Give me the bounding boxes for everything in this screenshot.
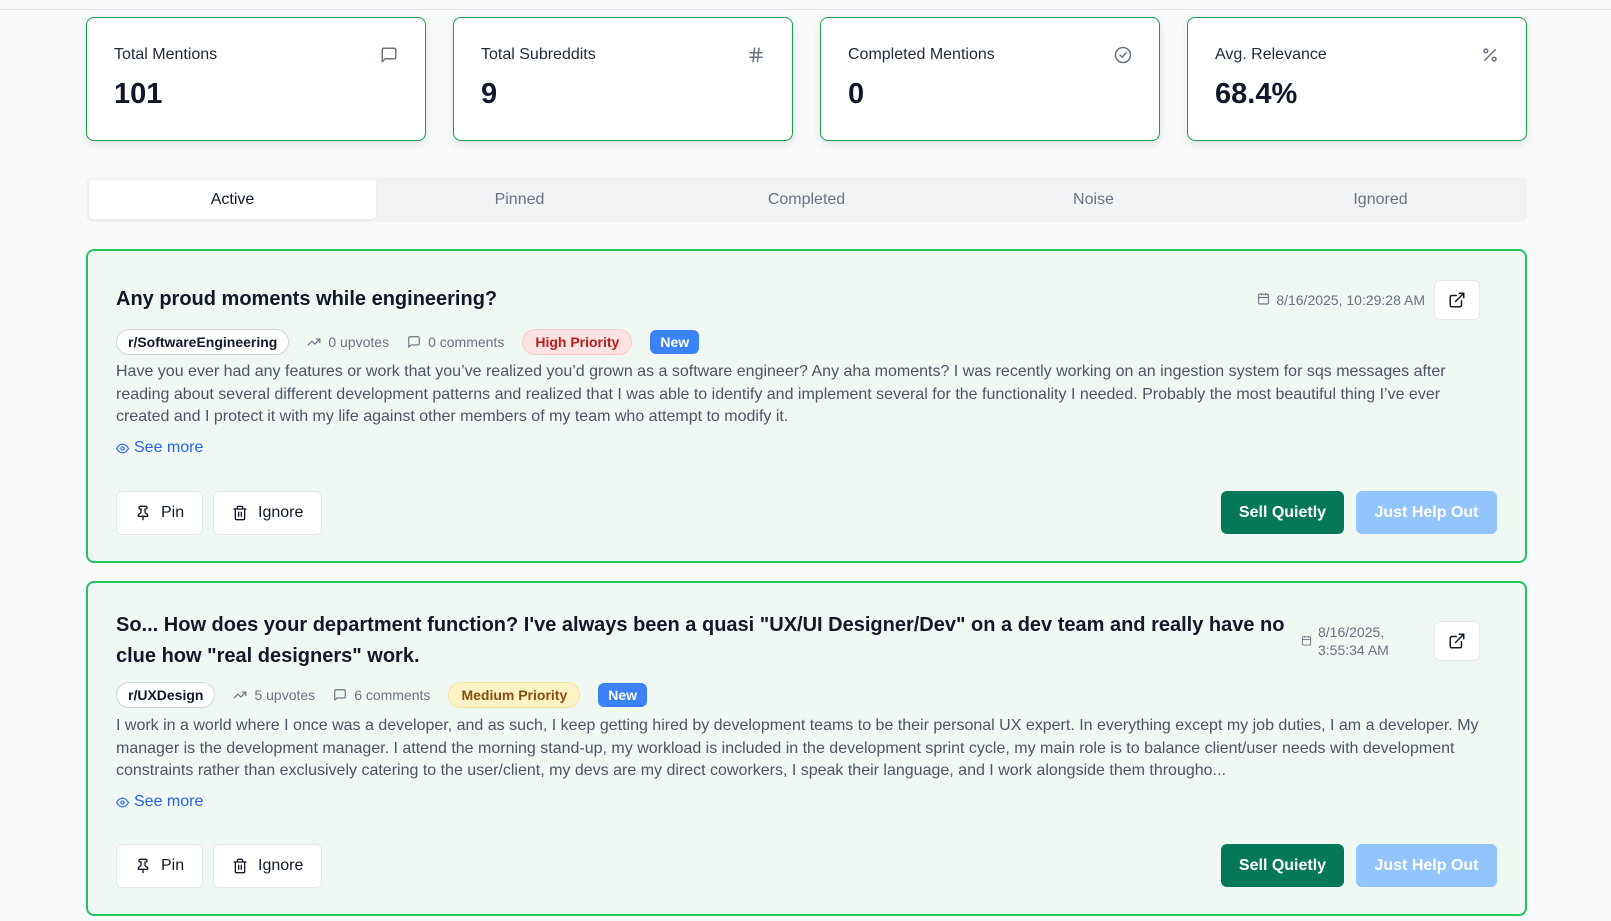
tab-noise[interactable]: Noise bbox=[950, 180, 1237, 219]
stats-row: Total Mentions 101 Total Subreddits 9 Co… bbox=[86, 17, 1527, 141]
pin-icon bbox=[135, 858, 151, 874]
stat-value: 68.4% bbox=[1215, 78, 1298, 110]
upvotes: 5 upvotes bbox=[233, 687, 315, 703]
stat-label: Total Subreddits bbox=[481, 46, 596, 63]
tab-pinned[interactable]: Pinned bbox=[376, 180, 663, 219]
comments: 0 comments bbox=[407, 334, 504, 350]
tab-active[interactable]: Active bbox=[89, 180, 376, 219]
ignore-label: Ignore bbox=[258, 857, 304, 874]
trending-up-icon bbox=[307, 335, 321, 349]
post-date-text: 8/16/2025, 10:29:28 AM bbox=[1276, 292, 1425, 308]
tab-completed[interactable]: Completed bbox=[663, 180, 950, 219]
stat-label: Avg. Relevance bbox=[1215, 46, 1327, 63]
mention-card: Any proud moments while engineering? 8/1… bbox=[86, 249, 1527, 563]
sell-quietly-button[interactable]: Sell Quietly bbox=[1221, 844, 1344, 887]
post-date: 8/16/2025, 3:55:34 AM bbox=[1301, 623, 1389, 659]
post-body: I work in a world where I once was a dev… bbox=[116, 717, 1479, 779]
stat-card-total-subreddits: Total Subreddits 9 bbox=[453, 17, 793, 141]
comment-icon bbox=[333, 688, 347, 702]
ignore-button[interactable]: Ignore bbox=[213, 844, 323, 888]
see-more-text: See more bbox=[134, 793, 204, 810]
post-date: 8/16/2025, 10:29:28 AM bbox=[1257, 291, 1425, 309]
pin-label: Pin bbox=[161, 857, 185, 874]
just-help-out-button[interactable]: Just Help Out bbox=[1356, 844, 1497, 887]
hash-icon bbox=[747, 46, 765, 64]
upvotes: 0 upvotes bbox=[307, 334, 389, 350]
ignore-button[interactable]: Ignore bbox=[213, 491, 323, 535]
upvotes-text: 5 upvotes bbox=[254, 687, 316, 703]
subreddit-pill[interactable]: r/UXDesign bbox=[116, 682, 216, 708]
calendar-icon bbox=[1301, 635, 1312, 646]
open-external-button[interactable] bbox=[1434, 621, 1480, 661]
stat-card-total-mentions: Total Mentions 101 bbox=[86, 17, 426, 141]
stat-value: 0 bbox=[848, 78, 865, 110]
comments: 6 comments bbox=[333, 687, 430, 703]
pin-icon bbox=[135, 505, 151, 521]
upvotes-text: 0 upvotes bbox=[328, 334, 390, 350]
post-date-line2: 3:55:34 AM bbox=[1318, 642, 1389, 658]
eye-icon bbox=[116, 796, 129, 809]
subreddit-pill[interactable]: r/SoftwareEngineering bbox=[116, 329, 290, 355]
post-meta: r/SoftwareEngineering 0 upvotes 0 commen… bbox=[116, 329, 700, 355]
pin-button[interactable]: Pin bbox=[116, 844, 204, 888]
stat-card-completed-mentions: Completed Mentions 0 bbox=[820, 17, 1160, 141]
tab-bar: Active Pinned Completed Noise Ignored bbox=[86, 177, 1527, 222]
top-divider bbox=[0, 9, 1611, 10]
stat-value: 101 bbox=[114, 78, 163, 110]
post-date-text: 8/16/2025, 3:55:34 AM bbox=[1318, 623, 1389, 659]
percent-icon bbox=[1481, 46, 1499, 64]
stat-label: Total Mentions bbox=[114, 46, 218, 63]
just-help-out-button[interactable]: Just Help Out bbox=[1356, 491, 1497, 534]
eye-icon bbox=[116, 442, 129, 455]
new-badge: New bbox=[650, 330, 700, 354]
stat-value: 9 bbox=[481, 78, 498, 110]
comments-text: 0 comments bbox=[428, 334, 505, 350]
external-link-icon bbox=[1448, 632, 1466, 650]
stat-card-avg-relevance: Avg. Relevance 68.4% bbox=[1187, 17, 1527, 141]
post-title: So... How does your department function?… bbox=[116, 614, 1285, 667]
priority-badge: High Priority bbox=[522, 329, 633, 355]
calendar-icon bbox=[1257, 292, 1270, 305]
external-link-icon bbox=[1448, 291, 1466, 309]
open-external-button[interactable] bbox=[1434, 280, 1480, 320]
ignore-label: Ignore bbox=[258, 504, 304, 521]
post-body: Have you ever had any features or work t… bbox=[116, 363, 1446, 425]
post-meta: r/UXDesign 5 upvotes 6 comments Medium P… bbox=[116, 682, 648, 708]
pin-label: Pin bbox=[161, 504, 185, 521]
sell-quietly-button[interactable]: Sell Quietly bbox=[1221, 491, 1344, 534]
check-circle-icon bbox=[1114, 46, 1132, 64]
pin-button[interactable]: Pin bbox=[116, 491, 204, 535]
comments-text: 6 comments bbox=[354, 687, 431, 703]
trash-icon bbox=[232, 858, 248, 874]
post-title: Any proud moments while engineering? bbox=[116, 288, 498, 310]
tab-ignored[interactable]: Ignored bbox=[1237, 180, 1524, 219]
new-badge: New bbox=[598, 683, 648, 707]
see-more-link[interactable]: See more bbox=[116, 793, 203, 811]
message-square-icon bbox=[380, 46, 398, 64]
trending-up-icon bbox=[233, 688, 247, 702]
priority-badge: Medium Priority bbox=[448, 682, 581, 708]
see-more-link[interactable]: See more bbox=[116, 439, 203, 457]
mention-card: So... How does your department function?… bbox=[86, 581, 1527, 916]
stat-label: Completed Mentions bbox=[848, 46, 995, 63]
trash-icon bbox=[232, 505, 248, 521]
see-more-text: See more bbox=[134, 439, 204, 456]
comment-icon bbox=[407, 335, 421, 349]
post-date-line1: 8/16/2025, bbox=[1318, 624, 1385, 640]
